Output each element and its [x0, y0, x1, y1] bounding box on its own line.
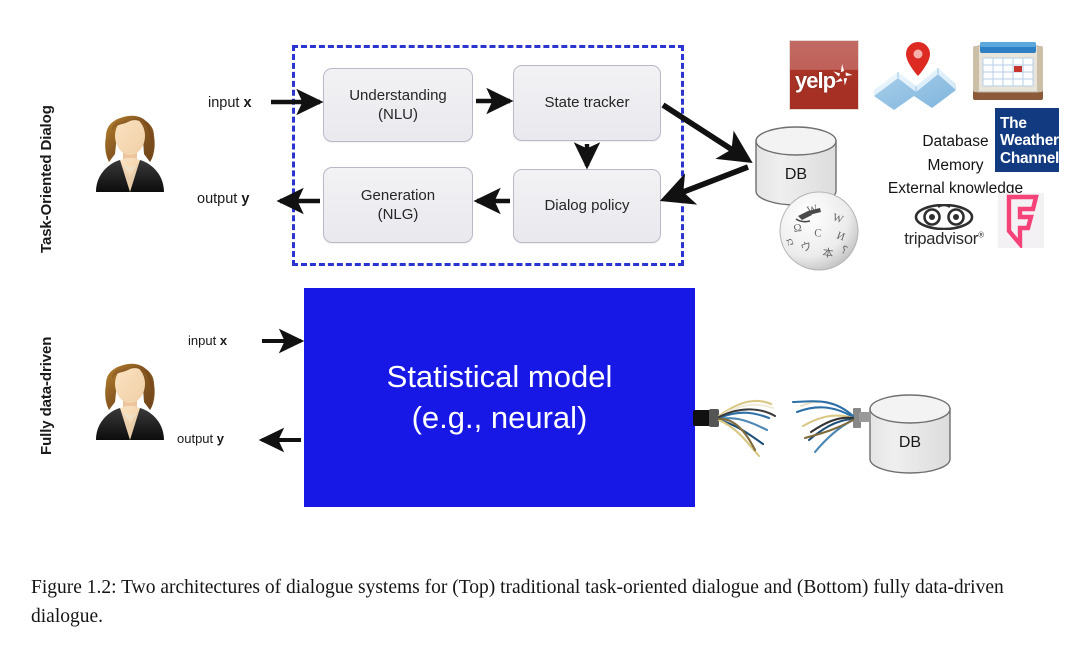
output-label-bottom: output y	[177, 431, 224, 446]
output-var-bottom: y	[216, 431, 224, 446]
module-state-tracker[interactable]: State tracker	[513, 65, 661, 141]
output-var-top: y	[241, 191, 250, 207]
row-label-fully-data-driven: Fully data-driven	[38, 336, 55, 455]
calendar-logo[interactable]	[971, 38, 1045, 106]
database-label-top: DB	[784, 165, 808, 183]
wikipedia-logo[interactable]: W W Ω C И ウ 本 ؟ מ	[778, 190, 860, 272]
user-avatar-icon-bottom	[96, 363, 164, 440]
yelp-logo[interactable]: yelp	[789, 40, 859, 110]
output-label-bottom-text: output	[177, 431, 217, 446]
yelp-burst-icon	[833, 64, 853, 86]
tripadvisor-owl-icon	[914, 203, 974, 231]
svg-text:本: 本	[822, 245, 835, 260]
module-understanding-line1: Understanding	[349, 86, 447, 104]
maps-logo[interactable]	[872, 34, 958, 112]
module-generation-nlg[interactable]: Generation (NLG)	[323, 167, 473, 243]
output-label-top: output y	[197, 191, 249, 207]
module-understanding-nlu[interactable]: Understanding (NLU)	[323, 68, 473, 142]
weather-channel-logo[interactable]: The Weather Channel	[995, 108, 1059, 172]
input-label-bottom-text: input	[188, 333, 220, 348]
tripadvisor-logo-text: tripadvisor®	[890, 230, 998, 249]
input-label-bottom: input x	[188, 333, 227, 348]
module-dialog-policy-line1: Dialog policy	[544, 197, 630, 215]
svg-text:C: C	[814, 227, 822, 240]
database-label-bottom: DB	[898, 433, 922, 451]
figure-caption: Figure 1.2: Two architectures of dialogu…	[31, 577, 1004, 628]
network-cable-bundle	[693, 399, 871, 458]
module-understanding-line2: (NLU)	[378, 106, 418, 123]
input-label-top: input x	[208, 95, 252, 111]
user-avatar-icon-top	[96, 115, 164, 192]
row-label-task-oriented-dialog: Task-Oriented Dialog	[38, 105, 55, 253]
input-var-top: x	[243, 95, 252, 111]
tripadvisor-logo[interactable]: tripadvisor®	[890, 203, 998, 252]
yelp-logo-text: yelp	[795, 68, 836, 93]
module-state-tracker-line1: State tracker	[544, 94, 630, 112]
output-label-top-text: output	[197, 191, 242, 207]
statistical-model-box[interactable]: Statistical model (e.g., neural)	[304, 288, 695, 507]
weather-channel-line1: The	[1000, 115, 1027, 132]
tripadvisor-registered-mark: ®	[978, 230, 984, 240]
statistical-model-line1: Statistical model	[386, 359, 613, 395]
module-dialog-policy[interactable]: Dialog policy	[513, 169, 661, 243]
module-generation-line2: (NLG)	[377, 206, 419, 223]
input-label-top-text: input	[208, 95, 244, 111]
svg-text:Ω: Ω	[793, 222, 803, 235]
foursquare-logo[interactable]	[998, 193, 1044, 248]
module-generation-line1: Generation	[360, 186, 436, 204]
statistical-model-line2: (e.g., neural)	[411, 399, 588, 435]
figure-container: Task-Oriented Dialog Fully data-driven i…	[0, 0, 1080, 662]
weather-channel-line3: Channel	[1000, 149, 1060, 167]
database-cylinder-bottom[interactable]: DB	[866, 393, 954, 482]
tripadvisor-wordmark: tripadvisor	[904, 230, 979, 248]
weather-channel-line2: Weather	[1000, 132, 1059, 150]
input-var-bottom: x	[219, 333, 228, 348]
